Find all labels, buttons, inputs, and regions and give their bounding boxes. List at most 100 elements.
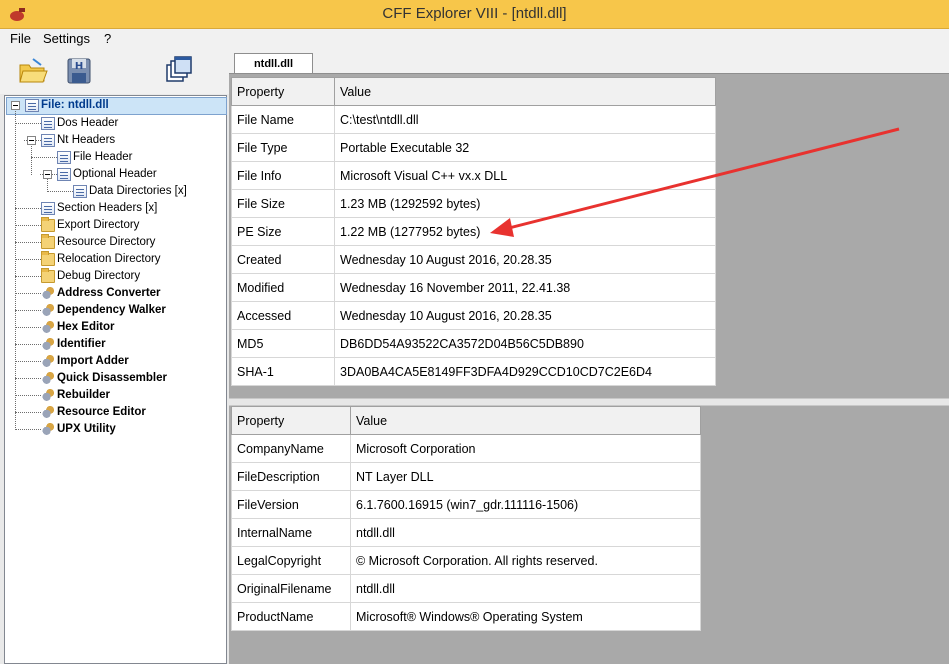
property-cell[interactable]: OriginalFilename (231, 574, 351, 603)
table-row[interactable]: Accessed Wednesday 10 August 2016, 20.28.… (231, 301, 716, 330)
table-header-row: Property Value (231, 77, 716, 106)
tool-icon (41, 338, 55, 351)
property-cell[interactable]: LegalCopyright (231, 546, 351, 575)
folder-icon (41, 234, 55, 249)
property-cell[interactable]: FileVersion (231, 490, 351, 519)
pane-splitter[interactable] (229, 398, 949, 406)
table-row[interactable]: File Type Portable Executable 32 (231, 133, 716, 162)
doc-icon (57, 168, 71, 181)
value-cell[interactable]: 6.1.7600.16915 (win7_gdr.111116-1506) (350, 490, 701, 519)
doc-icon (57, 151, 71, 164)
property-cell[interactable]: FileDescription (231, 462, 351, 491)
property-cell[interactable]: MD5 (231, 329, 335, 358)
table-row[interactable]: File Size 1.23 MB (1292592 bytes) (231, 189, 716, 218)
table-row[interactable]: File Name C:\test\ntdll.dll (231, 105, 716, 134)
column-header-property[interactable]: Property (231, 406, 351, 435)
property-cell[interactable]: File Type (231, 133, 335, 162)
column-header-value[interactable]: Value (334, 77, 716, 106)
menu-settings[interactable]: Settings (43, 31, 90, 46)
menu-help[interactable]: ? (104, 31, 111, 46)
svg-text:H: H (75, 61, 83, 72)
value-cell[interactable]: Wednesday 16 November 2011, 22.41.38 (334, 273, 716, 302)
window-title: CFF Explorer VIII - [ntdll.dll] (382, 5, 567, 22)
tool-icon (41, 406, 55, 419)
open-folder-icon[interactable] (17, 55, 49, 87)
doc-icon (41, 117, 55, 130)
tool-icon (41, 389, 55, 402)
version-info-table: Property Value CompanyName Microsoft Corp… (231, 406, 701, 631)
value-cell[interactable]: Wednesday 10 August 2016, 20.28.35 (334, 301, 716, 330)
property-cell[interactable]: File Name (231, 105, 335, 134)
value-cell[interactable]: ntdll.dll (350, 574, 701, 603)
tool-icon (41, 304, 55, 317)
value-cell[interactable]: NT Layer DLL (350, 462, 701, 491)
table-row[interactable]: CompanyName Microsoft Corporation (231, 434, 701, 463)
windows-icon[interactable] (163, 55, 195, 87)
table-row[interactable]: InternalName ntdll.dll (231, 518, 701, 547)
content-area: ntdll.dll Property Value File Name C:\tes… (229, 49, 949, 664)
value-cell[interactable]: Portable Executable 32 (334, 133, 716, 162)
value-cell[interactable]: Wednesday 10 August 2016, 20.28.35 (334, 245, 716, 274)
table-row[interactable]: SHA-1 3DA0BA4CA5E8149FF3DFA4D929CCD10CD7C… (231, 357, 716, 386)
tool-icon (41, 321, 55, 334)
value-cell[interactable]: Microsoft Visual C++ vx.x DLL (334, 161, 716, 190)
table-row[interactable]: PE Size 1.22 MB (1277952 bytes) (231, 217, 716, 246)
tree-selection (6, 97, 227, 115)
property-cell[interactable]: CompanyName (231, 434, 351, 463)
table-row[interactable]: FileVersion 6.1.7600.16915 (win7_gdr.1111… (231, 490, 701, 519)
value-cell[interactable]: DB6DD54A93522CA3572D04B56C5DB890 (334, 329, 716, 358)
property-cell[interactable]: InternalName (231, 518, 351, 547)
table-row[interactable]: MD5 DB6DD54A93522CA3572D04B56C5DB890 (231, 329, 716, 358)
menu-bar: File Settings ? (0, 29, 949, 49)
doc-icon (73, 185, 87, 198)
value-cell[interactable]: © Microsoft Corporation. All rights rese… (350, 546, 701, 575)
property-cell[interactable]: SHA-1 (231, 357, 335, 386)
value-cell[interactable]: ntdll.dll (350, 518, 701, 547)
property-cell[interactable]: File Size (231, 189, 335, 218)
column-header-property[interactable]: Property (231, 77, 335, 106)
property-cell[interactable]: File Info (231, 161, 335, 190)
table-row[interactable]: ProductName Microsoft® Windows® Operating… (231, 602, 701, 631)
value-cell[interactable]: 1.23 MB (1292592 bytes) (334, 189, 716, 218)
table-header-row: Property Value (231, 406, 701, 435)
folder-icon (41, 217, 55, 232)
tool-icon (41, 287, 55, 300)
table-row[interactable]: File Info Microsoft Visual C++ vx.x DLL (231, 161, 716, 190)
property-cell[interactable]: Accessed (231, 301, 335, 330)
folder-icon (41, 268, 55, 283)
collapse-root-icon[interactable] (11, 101, 20, 110)
property-cell[interactable]: Created (231, 245, 335, 274)
value-cell[interactable]: 3DA0BA4CA5E8149FF3DFA4D929CCD10CD7C2E6D4 (334, 357, 716, 386)
file-info-table: Property Value File Name C:\test\ntdll.dl… (231, 77, 716, 386)
folder-icon (41, 251, 55, 266)
version-info-pane: Property Value CompanyName Microsoft Corp… (229, 406, 949, 664)
table-row[interactable]: FileDescription NT Layer DLL (231, 462, 701, 491)
toolbar: H (0, 49, 229, 94)
file-info-pane: Property Value File Name C:\test\ntdll.dl… (229, 74, 949, 398)
tool-icon (41, 423, 55, 436)
property-cell[interactable]: PE Size (231, 217, 335, 246)
menu-file[interactable]: File (10, 31, 31, 46)
value-cell[interactable]: Microsoft Corporation (350, 434, 701, 463)
tab-strip: ntdll.dll (229, 49, 949, 74)
value-cell[interactable]: C:\test\ntdll.dll (334, 105, 716, 134)
tab-ntdll[interactable]: ntdll.dll (234, 53, 313, 74)
table-row[interactable]: Created Wednesday 10 August 2016, 20.28.3… (231, 245, 716, 274)
table-row[interactable]: LegalCopyright © Microsoft Corporation. A… (231, 546, 701, 575)
property-cell[interactable]: ProductName (231, 602, 351, 631)
table-row[interactable]: OriginalFilename ntdll.dll (231, 574, 701, 603)
file-icon (25, 99, 39, 112)
column-header-value[interactable]: Value (350, 406, 701, 435)
value-cell[interactable]: 1.22 MB (1277952 bytes) (334, 217, 716, 246)
table-row[interactable]: Modified Wednesday 16 November 2011, 22.4… (231, 273, 716, 302)
doc-icon (41, 134, 55, 147)
save-disk-icon[interactable]: H (63, 55, 95, 87)
title-bar: CFF Explorer VIII - [ntdll.dll] (0, 0, 949, 29)
doc-icon (41, 202, 55, 215)
collapse-nt-headers-icon[interactable] (27, 136, 36, 145)
value-cell[interactable]: Microsoft® Windows® Operating System (350, 602, 701, 631)
tree-view[interactable]: File: ntdll.dll Dos Header Nt Headers Fi… (4, 95, 227, 664)
tool-icon (41, 355, 55, 368)
collapse-optional-header-icon[interactable] (43, 170, 52, 179)
property-cell[interactable]: Modified (231, 273, 335, 302)
